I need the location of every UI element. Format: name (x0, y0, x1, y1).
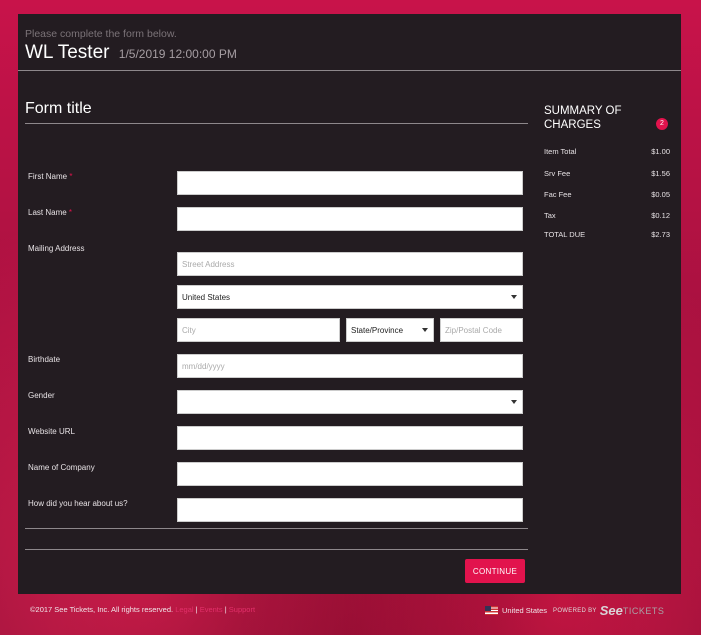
cart-count-badge[interactable]: 2 (656, 118, 668, 130)
main-panel: Please complete the form below. WL Teste… (18, 14, 681, 594)
events-link[interactable]: Events (200, 605, 223, 614)
copyright-text: ©2017 See Tickets, Inc. All rights reser… (30, 605, 174, 614)
summary-value: $0.05 (651, 190, 670, 199)
event-title: WL Tester (25, 42, 110, 63)
country-select[interactable]: United States (177, 285, 523, 309)
website-input[interactable] (177, 426, 523, 450)
summary-row: Srv Fee $1.56 (544, 169, 670, 178)
summary-row: Item Total $1.00 (544, 147, 670, 156)
us-flag-icon[interactable] (485, 606, 498, 615)
street-address-input[interactable] (177, 252, 523, 276)
legal-link[interactable]: Legal (175, 605, 193, 614)
required-mark: * (68, 208, 73, 217)
summary-label: Item Total (544, 147, 577, 156)
country-selector[interactable]: United States (502, 606, 547, 615)
header-divider (18, 70, 681, 71)
summary-row: Fac Fee $0.05 (544, 190, 670, 199)
city-input[interactable] (177, 318, 340, 342)
summary-row: Tax $0.12 (544, 211, 670, 220)
website-label: Website URL (28, 427, 75, 436)
form-divider (25, 528, 528, 529)
required-mark: * (69, 172, 73, 181)
hear-about-input[interactable] (177, 498, 523, 522)
state-select[interactable]: State/Province (346, 318, 434, 342)
event-date: 1/5/2019 12:00:00 PM (118, 47, 237, 61)
gender-select[interactable] (177, 390, 523, 414)
summary-row-total: TOTAL DUE $2.73 (544, 230, 670, 239)
summary-value: $0.12 (651, 211, 670, 220)
zip-input[interactable] (440, 318, 523, 342)
company-label: Name of Company (28, 463, 95, 472)
first-name-input[interactable] (177, 171, 523, 195)
summary-value: $1.56 (651, 169, 670, 178)
first-name-label: First Name * (28, 172, 72, 181)
form-divider-bottom (25, 549, 528, 550)
gender-label: Gender (28, 391, 55, 400)
chevron-down-icon (422, 328, 428, 332)
summary-label: Tax (544, 211, 556, 220)
summary-value: $2.73 (651, 230, 670, 239)
summary-label: TOTAL DUE (544, 230, 586, 239)
footer-divider: | (224, 605, 227, 614)
page-title: WL Tester 1/5/2019 12:00:00 PM (25, 42, 237, 64)
first-name-label-text: First Name (28, 172, 68, 181)
chevron-down-icon (511, 295, 517, 299)
mailing-address-label: Mailing Address (28, 244, 85, 253)
state-select-value: State/Province (351, 325, 404, 335)
summary-label: Srv Fee (544, 169, 571, 178)
chevron-down-icon (511, 400, 517, 404)
see-tickets-logo-text: TICKETS (622, 605, 665, 616)
footer-copyright: ©2017 See Tickets, Inc. All rights reser… (30, 605, 255, 614)
country-select-value: United States (182, 292, 231, 302)
summary-value: $1.00 (651, 147, 670, 156)
header-subtitle: Please complete the form below. (25, 28, 177, 40)
form-title: Form title (25, 100, 92, 117)
support-link[interactable]: Support (229, 605, 255, 614)
hear-about-label: How did you hear about us? (28, 499, 128, 508)
footer-branding: United States POWERED BY See TICKETS (485, 603, 664, 618)
company-input[interactable] (177, 462, 523, 486)
last-name-label: Last Name * (28, 208, 72, 217)
birthdate-label: Birthdate (28, 355, 61, 364)
last-name-input[interactable] (177, 207, 523, 231)
summary-label: Fac Fee (544, 190, 572, 199)
birthdate-input[interactable] (177, 354, 523, 378)
footer-divider: | (195, 605, 198, 614)
see-tickets-logo: See (599, 603, 623, 618)
powered-by-text: POWERED BY (553, 607, 597, 614)
continue-button[interactable]: CONTINUE (465, 559, 525, 583)
last-name-label-text: Last Name (28, 208, 67, 217)
form-title-divider (25, 123, 528, 124)
